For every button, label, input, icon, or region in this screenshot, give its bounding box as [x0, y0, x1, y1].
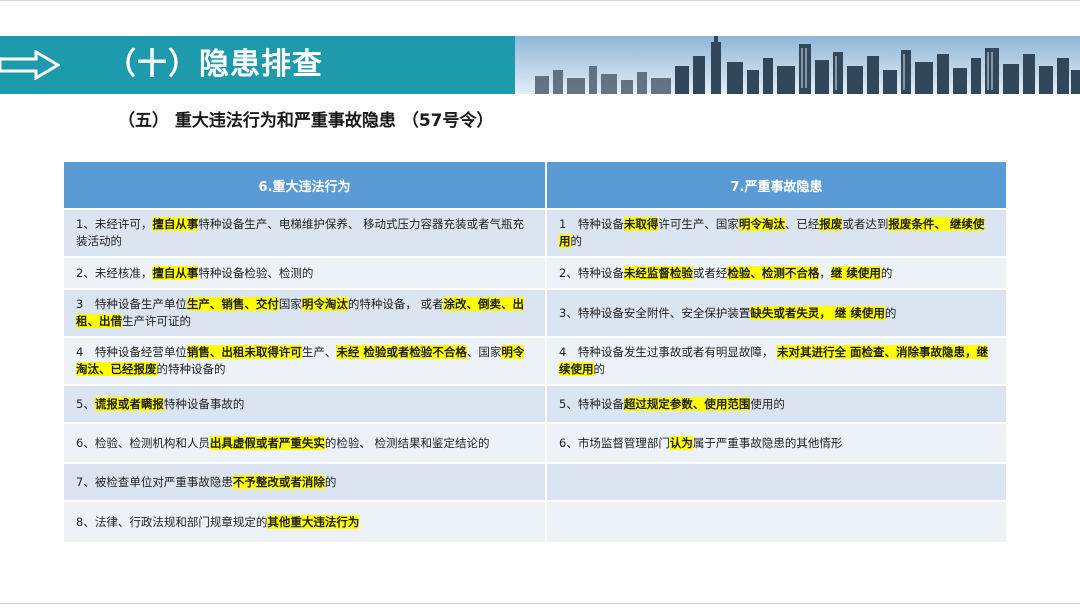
- header-serious-hazards: 7.严重事故隐患: [545, 160, 1008, 210]
- cell-text: 1 特种设备: [559, 217, 624, 231]
- table-row: 8、法律、行政法规和部门规章规定的其他重大违法行为: [62, 500, 1008, 544]
- comparison-table: 6.重大违法行为 7.严重事故隐患 1、未经许可，擅自从事特种设备生产、电梯维护…: [62, 160, 1008, 544]
- cell-text: 1、未经许可，: [76, 217, 153, 231]
- highlighted-text: 超过规定参数、使用范围: [623, 396, 751, 411]
- highlighted-text: 明令淘汰: [301, 297, 348, 311]
- cell-text: 使用的: [750, 396, 785, 411]
- highlighted-text: 继 续使用: [830, 265, 881, 280]
- table-row: 5、谎报或者瞒报特种设备事故的 5、特种设备超过规定参数、使用范围使用的: [62, 384, 1008, 424]
- table-row: 6、检验、检测机构和人员出具虚假或者严重失实的检验、 检测结果和鉴定结论的 6、市…: [62, 422, 1008, 464]
- top-divider: [0, 0, 1080, 1]
- cell-text: 的特种设备的: [156, 362, 226, 376]
- cell-text: 3、特种设备安全附件、安全保护装置: [559, 305, 751, 320]
- cell-text: 许可生产、国家: [658, 217, 739, 231]
- cell-text: 2、未经核准，: [76, 265, 153, 280]
- header-major-violations: 6.重大违法行为: [62, 160, 547, 210]
- highlighted-text: 销售、出租未取得许可: [186, 345, 302, 359]
- hazard-cell: [545, 500, 1008, 544]
- hazard-cell: 2、特种设备未经监督检验或者经检验、检测不合格，继 续使用的: [545, 256, 1008, 290]
- cell-text: 4 特种设备经营单位: [76, 345, 187, 359]
- cell-text: 5、特种设备: [559, 396, 624, 411]
- cell-text: 7、被检查单位对严重事故隐患: [76, 474, 233, 489]
- table-row: 3 特种设备生产单位生产、销售、交付国家明令淘汰的特种设备， 或者涂改、倒卖、出…: [62, 288, 1008, 338]
- highlighted-text: 明令淘汰: [738, 217, 785, 231]
- violation-cell: 2、未经核准，擅自从事特种设备检验、检测的: [62, 256, 547, 290]
- highlighted-text: 谎报或者瞒报: [94, 396, 164, 411]
- highlighted-text: 擅自从事: [152, 217, 199, 231]
- cell-text: 5、: [76, 396, 95, 411]
- highlighted-text: 不予整改或者消除: [232, 474, 325, 489]
- cell-text: 特种设备事故的: [163, 396, 245, 411]
- violation-cell: 5、谎报或者瞒报特种设备事故的: [62, 384, 547, 424]
- violation-cell: 3 特种设备生产单位生产、销售、交付国家明令淘汰的特种设备， 或者涂改、倒卖、出…: [62, 288, 547, 338]
- hazard-cell: 1 特种设备未取得许可生产、国家明令淘汰、已经报废或者达到报废条件、 继续使用的: [545, 208, 1008, 258]
- cell-text: 8、法律、行政法规和部门规章规定的: [76, 514, 268, 529]
- highlighted-text: 出具虚假或者严重失实: [209, 435, 325, 450]
- highlighted-text: 生产、销售、交付: [186, 297, 279, 311]
- cell-text: 2、特种设备: [559, 265, 624, 280]
- highlighted-text: 检验、检测不合格: [727, 265, 820, 280]
- cell-text: 的: [324, 474, 337, 489]
- cell-text: 、国家: [466, 345, 502, 359]
- highlighted-text: 擅自从事: [152, 265, 199, 280]
- cell-text: 特种设备检验、检测的: [198, 265, 314, 280]
- hazard-cell: 3、特种设备安全附件、安全保护装置缺失或者失灵， 继 续使用的: [545, 288, 1008, 338]
- cell-text: 生产、: [301, 345, 337, 359]
- title-banner: （十）隐患排查: [0, 36, 1080, 94]
- table-row: 1、未经许可，擅自从事特种设备生产、电梯维护保养、 移动式压力容器充装或者气瓶充…: [62, 208, 1008, 258]
- violation-cell: 6、检验、检测机构和人员出具虚假或者严重失实的检验、 检测结果和鉴定结论的: [62, 422, 547, 464]
- cell-text: 的特种设备， 或者: [347, 297, 444, 311]
- table-row: 7、被检查单位对严重事故隐患不予整改或者消除的: [62, 462, 1008, 502]
- table-row: 2、未经核准，擅自从事特种设备检验、检测的 2、特种设备未经监督检验或者经检验、检…: [62, 256, 1008, 290]
- highlighted-text: 认为: [669, 435, 693, 450]
- cell-text: 属于严重事故隐患的其他情形: [692, 435, 843, 450]
- arrow-right-icon: [0, 50, 60, 80]
- hazard-cell: [545, 462, 1008, 502]
- cell-text: 6、市场监督管理部门: [559, 435, 670, 450]
- cell-text: 或者经: [692, 265, 728, 280]
- highlighted-text: 未取得: [623, 217, 659, 231]
- violation-cell: 4 特种设备经营单位销售、出租未取得许可生产、未经 检验或者检验不合格、国家明令…: [62, 336, 547, 386]
- cell-text: 、已经: [784, 217, 820, 231]
- cell-text: 的: [570, 234, 583, 248]
- highlighted-text: 未经监督检验: [623, 265, 693, 280]
- cell-text: 或者达到: [842, 217, 889, 231]
- cell-text: 的: [884, 305, 897, 320]
- highlighted-text: 报废: [819, 217, 843, 231]
- cell-text: 4 特种设备发生过事故或者有明显故障，: [559, 345, 777, 359]
- table-row: 4 特种设备经营单位销售、出租未取得许可生产、未经 检验或者检验不合格、国家明令…: [62, 336, 1008, 386]
- page-title: （十）隐患排查: [106, 47, 323, 82]
- highlighted-text: 其他重大违法行为: [267, 514, 360, 529]
- hazard-cell: 4 特种设备发生过事故或者有明显故障， 未对其进行全 面检查、消除事故隐患，继续…: [545, 336, 1008, 386]
- hazard-cell: 6、市场监督管理部门认为属于严重事故隐患的其他情形: [545, 422, 1008, 464]
- violation-cell: 7、被检查单位对严重事故隐患不予整改或者消除的: [62, 462, 547, 502]
- cell-text: 的: [593, 362, 606, 376]
- cell-text: ，: [819, 265, 831, 280]
- highlighted-text: 未经 检验或者检验不合格: [336, 345, 467, 359]
- bottom-divider: [0, 603, 1080, 604]
- cell-text: 的: [880, 265, 893, 280]
- city-skyline-image: [515, 36, 1080, 94]
- cell-text: 的检验、 检测结果和鉴定结论的: [324, 435, 490, 450]
- violation-cell: 8、法律、行政法规和部门规章规定的其他重大违法行为: [62, 500, 547, 544]
- cell-text: 6、检验、检测机构和人员: [76, 435, 210, 450]
- highlighted-text: 缺失或者失灵， 继 续使用: [750, 305, 885, 320]
- section-subtitle: （五） 重大违法行为和严重事故隐患 （57号令）: [118, 111, 494, 131]
- hazard-cell: 5、特种设备超过规定参数、使用范围使用的: [545, 384, 1008, 424]
- cell-text: 国家: [278, 297, 302, 311]
- violation-cell: 1、未经许可，擅自从事特种设备生产、电梯维护保养、 移动式压力容器充装或者气瓶充…: [62, 208, 547, 258]
- table-header-row: 6.重大违法行为 7.严重事故隐患: [62, 160, 1008, 210]
- cell-text: 生产许可证的: [122, 314, 191, 328]
- cell-text: 3 特种设备生产单位: [76, 297, 187, 311]
